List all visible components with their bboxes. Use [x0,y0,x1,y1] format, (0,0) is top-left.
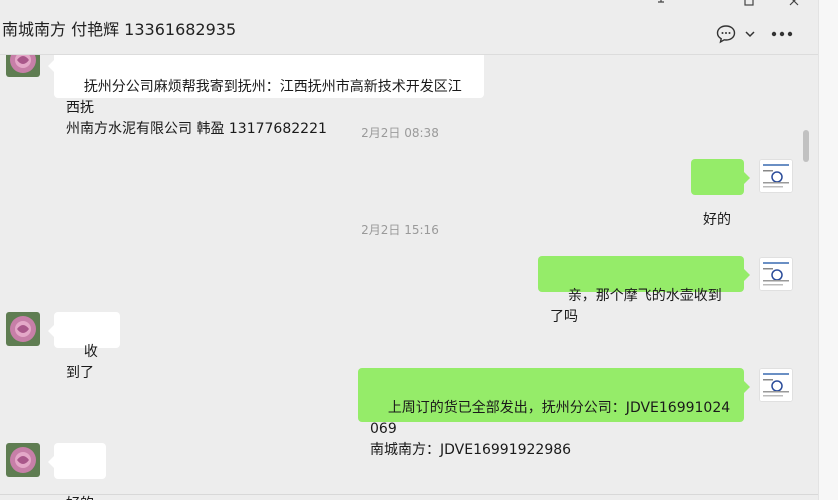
message-bubble[interactable]: 上周订的货已全部发出，抚州分公司：JDVE16991024069 南城南方：JD… [358,368,750,458]
message-text: 收到了 [66,344,98,381]
message-text: 好的 [66,496,94,500]
chevron-down-icon[interactable] [744,28,756,40]
more-icon[interactable] [771,31,793,37]
message-text: 上周订的货已全部发出，抚州分公司：JDVE16991024069 南城南方：JD… [370,400,731,458]
chat-bubble-icon[interactable] [716,24,736,44]
avatar[interactable] [6,443,40,477]
close-icon[interactable] [789,0,799,6]
message-list[interactable]: 抚州分公司麻烦帮我寄到抚州：江西抚州市高新技术开发区江西抚 州南方水泥有限公司 … [0,55,818,500]
maximize-icon[interactable] [744,0,754,6]
message-bubble[interactable]: 好的 [691,159,750,228]
pin-icon[interactable] [655,0,667,6]
window-edge [818,0,838,500]
message-bubble[interactable]: 收到了 [48,312,120,381]
avatar[interactable] [759,257,793,291]
scrollbar-thumb[interactable] [803,130,809,162]
avatar[interactable] [6,312,40,346]
input-divider [0,494,818,495]
message-text: 亲，那个摩飞的水壶收到了吗 [550,288,722,325]
message-bubble[interactable]: 好的 [48,443,106,500]
message-timestamp: 2月2日 15:16 [361,223,439,237]
message-timestamp: 2月2日 08:38 [361,126,439,140]
avatar[interactable] [759,159,793,193]
chat-title: 南城南方 付艳辉 13361682935 [2,20,237,39]
avatar[interactable] [6,55,40,77]
message-bubble[interactable]: 抚州分公司麻烦帮我寄到抚州：江西抚州市高新技术开发区江西抚 州南方水泥有限公司 … [48,55,484,137]
avatar[interactable] [759,368,793,402]
chat-header: 南城南方 付艳辉 13361682935 [0,0,838,55]
message-bubble[interactable]: 亲，那个摩飞的水壶收到了吗 [538,256,750,325]
